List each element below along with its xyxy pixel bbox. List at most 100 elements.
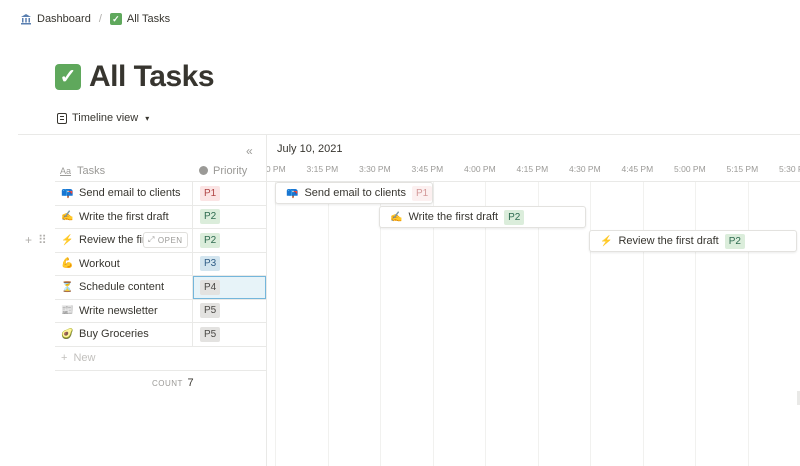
expand-icon: ⤢ <box>148 235 155 244</box>
priority-cell[interactable]: P1 <box>193 182 266 205</box>
time-label: 4:45 PM <box>621 164 654 174</box>
timeline-bar[interactable]: 📪 Send email to clients P1 <box>275 182 433 204</box>
checkmark-icon[interactable]: ✓ <box>55 64 81 90</box>
task-emoji-icon: 🥑 <box>61 328 74 340</box>
page-title-text[interactable]: All Tasks <box>89 60 215 94</box>
task-emoji-icon: 📪 <box>286 187 299 199</box>
count-value: 7 <box>187 377 195 389</box>
time-label: 4:00 PM <box>464 164 496 174</box>
time-label: 5:30 PM <box>779 164 800 174</box>
new-row-label: New <box>73 352 96 364</box>
plus-icon: + <box>61 352 68 364</box>
timeline-bar-label: Send email to clients <box>304 187 406 199</box>
priority-tag: P2 <box>724 233 745 249</box>
column-header-priority-label: Priority <box>213 164 248 177</box>
priority-cell[interactable]: P4 <box>193 276 266 299</box>
task-emoji-icon: ⏳ <box>61 281 74 293</box>
timeline-bar[interactable]: ⚡ Review the first draft P2 <box>589 230 797 252</box>
text-property-icon: Aa <box>60 165 72 176</box>
time-label: 3:15 PM <box>306 164 339 174</box>
new-row-button[interactable]: + New <box>55 347 266 371</box>
chevron-down-icon: ▾ <box>145 113 150 123</box>
priority-tag: P1 <box>200 185 221 201</box>
task-emoji-icon: ✍ <box>61 211 74 223</box>
task-name-cell[interactable]: 🥑 Buy Groceries <box>55 323 193 346</box>
task-name: Write newsletter <box>79 304 158 317</box>
breadcrumb: Dashboard / ✓ All Tasks <box>20 13 170 25</box>
drag-handle-icon[interactable]: ⠿ <box>38 233 47 247</box>
table-row[interactable]: 💪 Workout P3 <box>55 252 266 276</box>
table-header: Aa Tasks Priority <box>55 160 266 182</box>
time-label: 3:30 PM <box>359 164 391 174</box>
select-property-icon <box>199 166 208 175</box>
count-label: COUNT <box>152 379 183 388</box>
column-header-tasks[interactable]: Aa Tasks <box>55 165 193 177</box>
priority-tag: P4 <box>200 279 221 295</box>
priority-tag: P5 <box>200 303 221 319</box>
task-emoji-icon: 💪 <box>61 258 74 270</box>
priority-tag: P2 <box>200 209 221 225</box>
task-name-cell[interactable]: 📪 Send email to clients <box>55 182 193 205</box>
grid-line <box>275 182 276 466</box>
task-name-cell[interactable]: 💪 Workout <box>55 252 193 275</box>
collapse-table-icon[interactable]: « <box>246 144 253 158</box>
breadcrumb-all-tasks[interactable]: ✓ All Tasks <box>109 13 171 25</box>
task-name: Write the first draft <box>79 210 169 223</box>
task-name-cell[interactable]: ✍ Write the first draft <box>55 205 193 228</box>
time-label: 5:15 PM <box>726 164 759 174</box>
priority-cell[interactable]: P2 <box>193 206 266 229</box>
row-handle[interactable]: + ⠿ <box>25 233 47 247</box>
grid-line <box>327 182 329 466</box>
open-page-button[interactable]: ⤢ OPEN <box>143 232 188 248</box>
task-emoji-icon: ⚡ <box>600 235 613 247</box>
priority-tag: P2 <box>200 232 221 248</box>
priority-cell[interactable]: P5 <box>193 300 266 323</box>
view-switcher[interactable]: Timeline view ▾ <box>57 112 149 124</box>
task-emoji-icon: 📪 <box>61 187 74 199</box>
time-label: 4:30 PM <box>569 164 601 174</box>
priority-tag: P2 <box>504 209 525 225</box>
view-switcher-label: Timeline view <box>72 112 139 124</box>
grid-line <box>747 182 749 466</box>
priority-cell[interactable]: P5 <box>193 323 266 346</box>
task-name: Schedule content <box>79 281 165 294</box>
task-name: Workout <box>79 257 120 270</box>
grid-line <box>695 182 696 466</box>
task-emoji-icon: ⚡ <box>61 234 74 246</box>
add-row-icon[interactable]: + <box>25 233 32 247</box>
table-row[interactable]: ⚡ Review the first draft P2 ⤢ OPEN + ⠿ <box>25 229 266 253</box>
page-title: ✓ All Tasks <box>55 60 215 94</box>
time-label: 3:45 PM <box>411 164 444 174</box>
table-row[interactable]: 🥑 Buy Groceries P5 <box>55 323 266 347</box>
column-header-tasks-label: Tasks <box>77 164 106 177</box>
column-header-priority[interactable]: Priority <box>193 165 247 177</box>
table-row[interactable]: ⏳ Schedule content P4 <box>55 276 266 300</box>
timeline-bar[interactable]: ✍ Write the first draft P2 <box>379 206 586 228</box>
count-summary[interactable]: COUNT 7 <box>152 377 194 389</box>
timeline-view-icon <box>57 112 67 124</box>
breadcrumb-dashboard-label: Dashboard <box>37 13 91 25</box>
breadcrumb-separator: / <box>98 13 102 25</box>
task-name-cell[interactable]: ⏳ Schedule content <box>55 276 193 299</box>
breadcrumb-dashboard[interactable]: Dashboard <box>20 13 91 25</box>
table-row[interactable]: ✍ Write the first draft P2 <box>55 205 266 229</box>
task-emoji-icon: ✍ <box>390 211 403 223</box>
time-label: 3:00 PM <box>267 164 286 174</box>
timeline-bar-label: Write the first draft <box>408 211 499 223</box>
breadcrumb-all-tasks-label: All Tasks <box>126 13 171 25</box>
task-name: Send email to clients <box>79 187 181 200</box>
priority-tag: P1 <box>411 185 433 201</box>
bank-icon <box>21 14 31 25</box>
table-body: 📪 Send email to clients P1 ✍ Write the first… <box>25 182 266 371</box>
priority-cell[interactable]: P2 <box>193 229 266 252</box>
table-row[interactable]: 📪 Send email to clients P1 <box>55 182 266 206</box>
priority-cell[interactable]: P3 <box>193 253 266 276</box>
time-label: 4:15 PM <box>516 164 549 174</box>
priority-tag: P3 <box>200 256 221 272</box>
task-name-cell[interactable]: 📰 Write newsletter <box>55 299 193 322</box>
table-row[interactable]: 📰 Write newsletter P5 <box>55 299 266 323</box>
timeline-time-axis: 3:00 PM 3:15 PM 3:30 PM 3:45 PM 4:00 PM 4:15 … <box>267 164 800 178</box>
timeline-bar-label: Review the first draft <box>618 235 719 247</box>
checkmark-icon: ✓ <box>109 13 122 25</box>
time-label: 5:00 PM <box>674 164 706 174</box>
